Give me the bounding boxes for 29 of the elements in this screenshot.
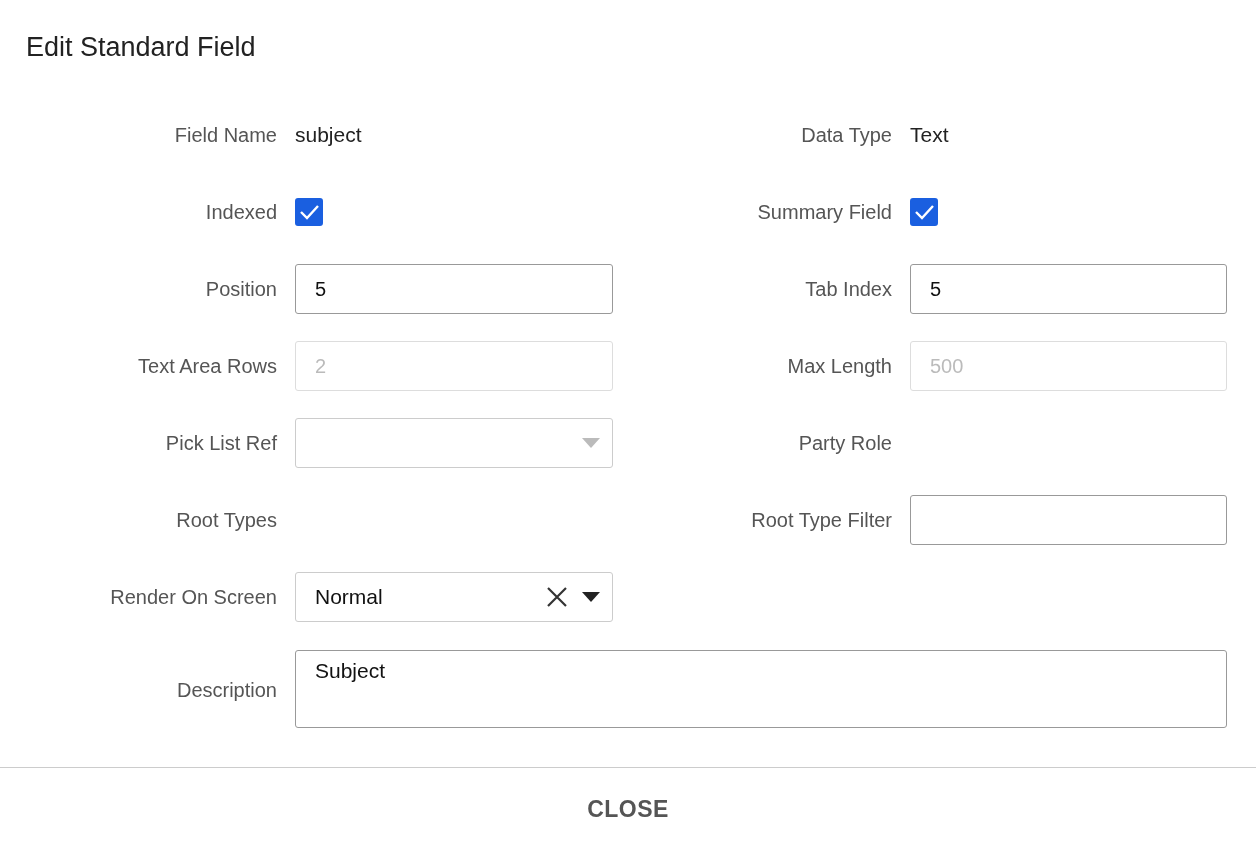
field-label: Root Types: [175, 507, 277, 533]
caret-icon: [582, 438, 600, 448]
field-label: Pick List Ref: [164, 430, 277, 456]
input-field[interactable]: [910, 495, 1227, 545]
field-label: Party Role: [797, 430, 892, 456]
dropdown-field[interactable]: Normal: [295, 572, 613, 622]
field-label: Field Name: [173, 122, 277, 148]
field-value: subject: [295, 123, 362, 147]
dropdown-field[interactable]: [295, 418, 613, 468]
input-field[interactable]: 5: [910, 264, 1227, 314]
field-label: Render On Screen: [109, 584, 277, 610]
field-label: Root Type Filter: [750, 507, 892, 533]
field-label: Max Length: [786, 353, 892, 379]
clear-icon: [546, 586, 568, 608]
checkbox[interactable]: [295, 198, 323, 226]
field-label: Text Area Rows: [137, 353, 277, 379]
input-field[interactable]: 5: [295, 264, 613, 314]
checkbox[interactable]: [910, 198, 938, 226]
field-label: Indexed: [204, 199, 277, 225]
close-button[interactable]: CLOSE: [571, 788, 685, 831]
field-label: Summary Field: [756, 199, 892, 225]
field-label: Description: [175, 677, 277, 703]
text-area[interactable]: Subject: [295, 650, 1227, 728]
field-label: Position: [204, 276, 277, 302]
field-label: Tab Index: [804, 276, 892, 302]
field-value: Text: [910, 123, 949, 147]
field-label: Data Type: [800, 122, 892, 148]
caret-icon: [582, 592, 600, 602]
dialog-title: Edit Standard Field: [25, 31, 257, 64]
